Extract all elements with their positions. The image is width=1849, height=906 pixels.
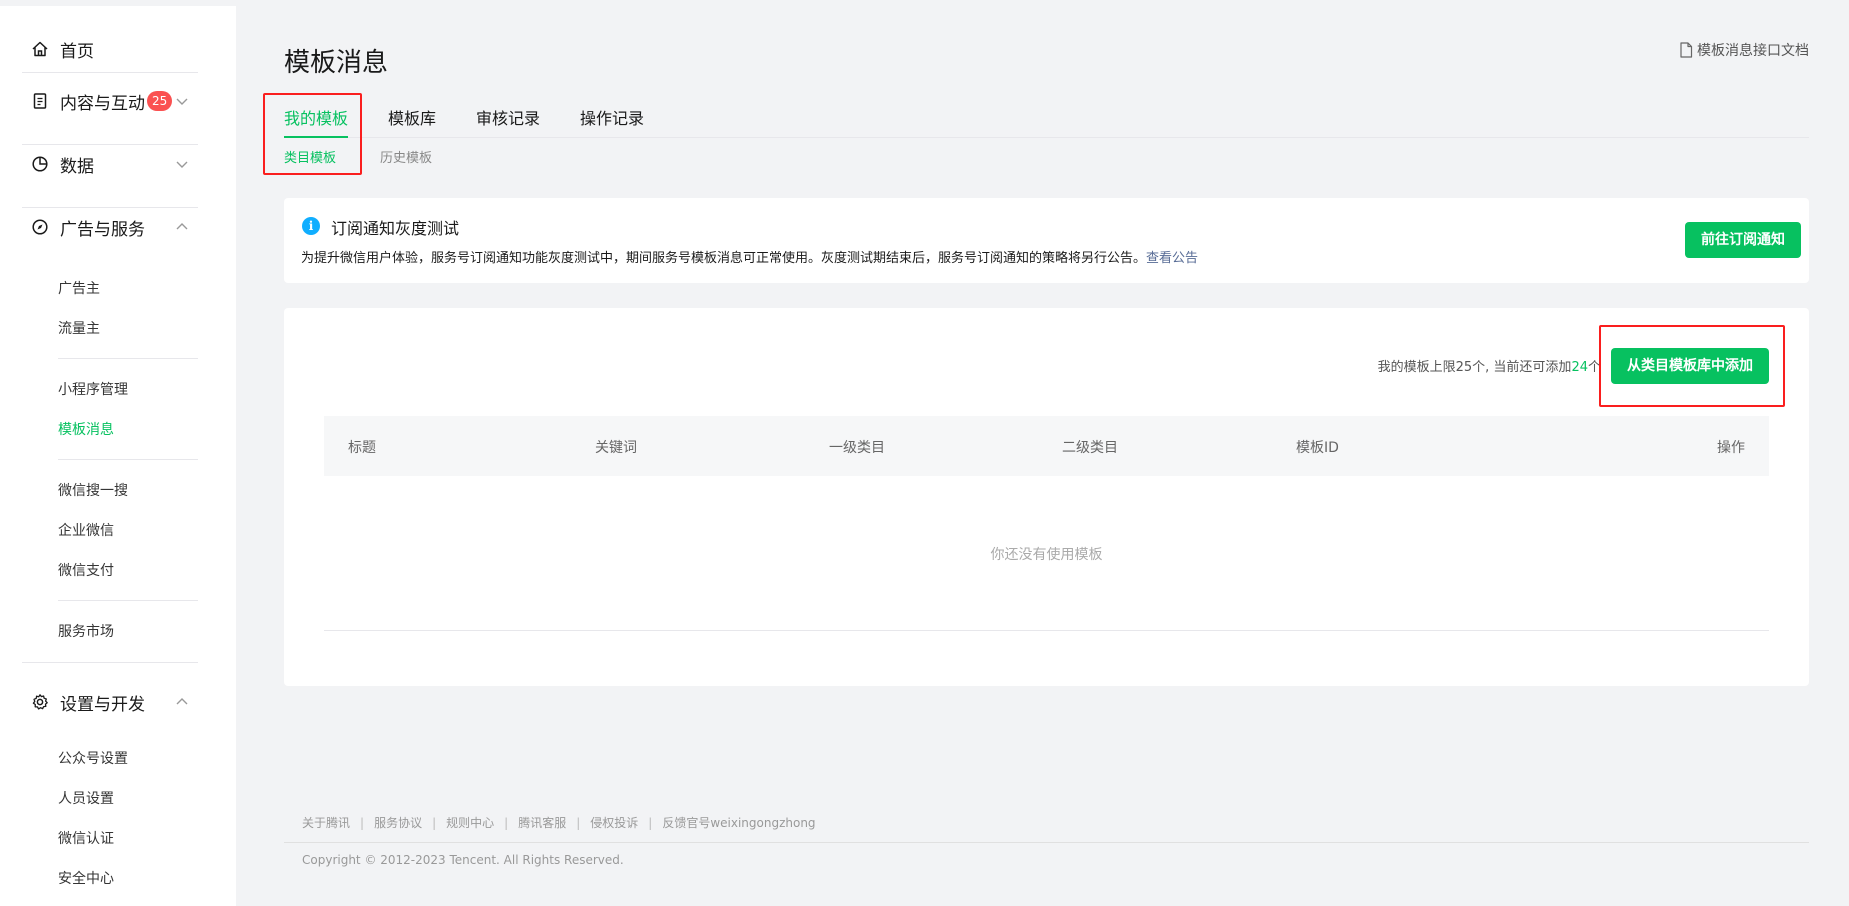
nav-home-label: 首页 xyxy=(60,41,94,62)
divider xyxy=(58,358,198,359)
quota-suffix: 个 xyxy=(1587,360,1601,375)
subtab-category-templates[interactable]: 类目模板 xyxy=(284,147,336,166)
file-icon xyxy=(1680,42,1693,58)
tab-template-library[interactable]: 模板库 xyxy=(388,108,436,130)
notice-card: i 订阅通知灰度测试 为提升微信用户体验，服务号订阅通知功能灰度测试中，期间服务… xyxy=(284,198,1809,283)
nav-settings-label: 设置与开发 xyxy=(60,694,145,715)
document-icon xyxy=(30,91,50,111)
footer-divider xyxy=(284,842,1809,843)
sidebar-item-template-message[interactable]: 模板消息 xyxy=(58,421,114,439)
tab-review-records[interactable]: 审核记录 xyxy=(476,108,540,130)
nav-ads-services[interactable]: 广告与服务 xyxy=(22,202,198,252)
sidebar-item-wecom[interactable]: 企业微信 xyxy=(58,522,114,540)
empty-state-text: 你还没有使用模板 xyxy=(990,547,1103,563)
table-header: 标题 关键词 一级类目 二级类目 模板ID 操作 xyxy=(324,416,1769,476)
main-tabs: 我的模板 模板库 审核记录 操作记录 xyxy=(284,108,1809,138)
sidebar-item-account-settings[interactable]: 公众号设置 xyxy=(58,750,128,768)
nav-data-label: 数据 xyxy=(60,156,94,177)
column-keywords: 关键词 xyxy=(595,440,637,456)
home-icon xyxy=(30,39,50,59)
sidebar-item-publisher[interactable]: 流量主 xyxy=(58,320,100,338)
tab-my-templates[interactable]: 我的模板 xyxy=(284,108,349,138)
tab-operation-records[interactable]: 操作记录 xyxy=(580,108,644,130)
footer-separator: | xyxy=(576,816,581,830)
divider xyxy=(58,600,198,601)
chevron-down-icon xyxy=(176,161,188,168)
nav-ads-label: 广告与服务 xyxy=(60,219,145,240)
column-template-id: 模板ID xyxy=(1296,440,1339,456)
chevron-up-icon xyxy=(176,698,188,705)
divider xyxy=(58,459,198,460)
sidebar-item-service-market[interactable]: 服务市场 xyxy=(58,623,114,641)
footer-link-about[interactable]: 关于腾讯 xyxy=(302,816,350,830)
quota-prefix: 我的模板上限25个, 当前还可添加 xyxy=(1377,360,1572,375)
column-secondary-category: 二级类目 xyxy=(1062,440,1118,456)
chevron-down-icon xyxy=(176,98,188,105)
info-icon: i xyxy=(302,217,320,235)
sidebar-item-member-settings[interactable]: 人员设置 xyxy=(58,790,114,808)
sidebar-item-verification[interactable]: 微信认证 xyxy=(58,830,114,848)
nav-content-label: 内容与互动 xyxy=(60,93,145,114)
view-announcement-link[interactable]: 查看公告 xyxy=(1146,251,1198,266)
footer-links: 关于腾讯 | 服务协议 | 规则中心 | 腾讯客服 | 侵权投诉 | 反馈官号weixingongz… xyxy=(302,814,816,831)
notice-text: 为提升微信用户体验，服务号订阅通知功能灰度测试中，期间服务号模板消息可正常使用。… xyxy=(301,251,1147,266)
quota-remaining: 24 xyxy=(1571,360,1588,375)
nav-settings-dev[interactable]: 设置与开发 xyxy=(22,677,198,727)
sidebar-item-security-center[interactable]: 安全中心 xyxy=(58,870,114,888)
notice-description: 为提升微信用户体验，服务号订阅通知功能灰度测试中，期间服务号模板消息可正常使用。… xyxy=(301,247,1198,266)
footer-link-rules[interactable]: 规则中心 xyxy=(446,816,494,830)
add-from-category-button[interactable]: 从类目模板库中添加 xyxy=(1611,348,1769,384)
gear-icon xyxy=(30,692,50,712)
chevron-up-icon xyxy=(176,223,188,230)
nav-data[interactable]: 数据 xyxy=(22,139,198,189)
divider xyxy=(22,662,198,663)
sidebar-item-advertiser[interactable]: 广告主 xyxy=(58,280,100,298)
api-doc-label: 模板消息接口文档 xyxy=(1697,43,1809,59)
subtab-history-templates[interactable]: 历史模板 xyxy=(380,147,432,166)
sidebar-item-wechat-pay[interactable]: 微信支付 xyxy=(58,562,114,580)
column-primary-category: 一级类目 xyxy=(829,440,885,456)
template-list-card: 我的模板上限25个, 当前还可添加24个 从类目模板库中添加 标题 关键词 一级… xyxy=(284,308,1809,686)
footer-link-complaint[interactable]: 侵权投诉 xyxy=(590,816,638,830)
compass-icon xyxy=(30,217,50,237)
page-title: 模板消息 xyxy=(284,48,389,78)
column-title: 标题 xyxy=(348,440,376,456)
footer-link-support[interactable]: 腾讯客服 xyxy=(518,816,566,830)
copyright: Copyright © 2012-2023 Tencent. All Right… xyxy=(302,853,624,867)
footer-separator: | xyxy=(648,816,653,830)
column-actions: 操作 xyxy=(1717,440,1745,456)
nav-content[interactable]: 内容与互动 25 xyxy=(22,76,198,126)
footer-separator: | xyxy=(504,816,509,830)
footer-separator: | xyxy=(432,816,437,830)
sidebar: 首页 内容与互动 25 数据 广告与服务 广告主 流量主 小程序管理 模板消息 … xyxy=(0,6,236,906)
table-bottom-border xyxy=(324,630,1769,631)
notice-title: 订阅通知灰度测试 xyxy=(331,219,460,238)
unread-badge: 25 xyxy=(147,91,173,111)
pie-chart-icon xyxy=(30,154,50,174)
go-subscribe-button[interactable]: 前往订阅通知 xyxy=(1685,222,1801,258)
divider xyxy=(22,72,198,73)
footer-link-agreement[interactable]: 服务协议 xyxy=(374,816,422,830)
sidebar-item-miniprogram[interactable]: 小程序管理 xyxy=(58,381,128,399)
quota-text: 我的模板上限25个, 当前还可添加24个 xyxy=(1378,356,1601,375)
nav-home[interactable]: 首页 xyxy=(22,24,198,74)
footer-link-feedback[interactable]: 反馈官号weixingongzhong xyxy=(662,816,815,830)
footer-separator: | xyxy=(360,816,365,830)
api-doc-link[interactable]: 模板消息接口文档 xyxy=(1679,40,1809,60)
sidebar-item-wechat-search[interactable]: 微信搜一搜 xyxy=(58,482,128,500)
